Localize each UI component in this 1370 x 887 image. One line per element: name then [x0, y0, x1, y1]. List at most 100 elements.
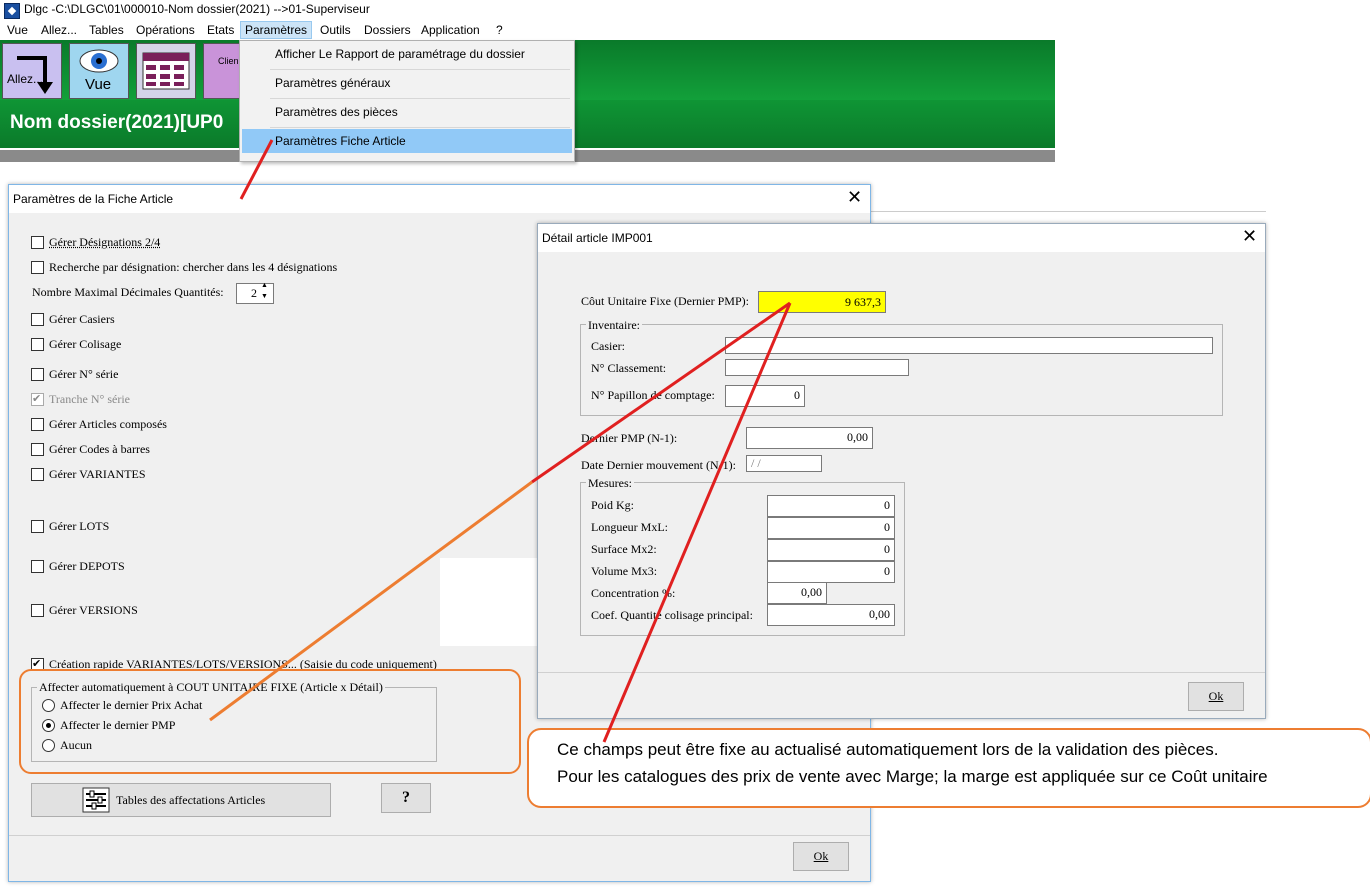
date-mouvement-label: Date Dernier mouvement (N-1): [581, 458, 736, 472]
tables-affectations-button[interactable]: Tables des affectations Articles [31, 783, 331, 817]
dialog-header: Détail article IMP001 ✕ [538, 224, 1265, 252]
note-line-2: Pour les catalogues des prix de vente av… [557, 767, 1268, 786]
checkbox-gerer-articles-composes[interactable] [31, 418, 44, 431]
menu-operations[interactable]: Opérations [136, 23, 195, 37]
decimals-spinner[interactable]: 2 ▲ ▼ [236, 281, 274, 304]
menu-item-label: Afficher Le Rapport de paramétrage du do… [275, 47, 525, 61]
menu-item-label: Paramètres généraux [275, 76, 391, 90]
menu-bar: Vue Allez... Tables Opérations Etats Par… [0, 20, 1370, 40]
annotation-note: Ce champs peut être fixe au actualisé au… [527, 728, 1370, 808]
menu-item-label: Paramètres des pièces [275, 105, 398, 119]
menu-dossiers[interactable]: Dossiers [364, 23, 411, 37]
parametres-dropdown: Afficher Le Rapport de paramétrage du do… [239, 40, 575, 162]
checkbox-label: Gérer Articles composés [49, 417, 167, 431]
checkbox-recherche-designation[interactable] [31, 261, 44, 274]
menu-item-rapport[interactable]: Afficher Le Rapport de paramétrage du do… [242, 41, 572, 68]
spinner-down-icon[interactable]: ▼ [261, 292, 268, 300]
close-icon[interactable]: ✕ [1242, 226, 1257, 247]
checkbox-gerer-lots[interactable] [31, 520, 44, 533]
volume-label: Volume Mx3: [591, 564, 658, 578]
vue-button[interactable]: Vue [69, 43, 129, 99]
white-panel [440, 558, 540, 646]
dialog-title: Détail article IMP001 [542, 231, 653, 245]
menu-outils[interactable]: Outils [320, 23, 351, 37]
checkbox-gerer-codes-barres[interactable] [31, 443, 44, 456]
checkbox-label: Gérer LOTS [49, 519, 110, 533]
checkbox-label: Gérer Colisage [49, 337, 122, 351]
casier-label: Casier: [591, 339, 625, 353]
menu-help[interactable]: ? [496, 23, 503, 37]
checkbox-label: Gérer DEPOTS [49, 559, 125, 573]
menu-item-fiche-article[interactable]: Paramètres Fiche Article [242, 129, 572, 153]
orange-highlight-box [19, 669, 521, 774]
coef-input[interactable]: 0,00 [767, 604, 895, 626]
allez-button[interactable]: Allez... [2, 43, 62, 99]
surface-input[interactable]: 0 [767, 539, 895, 561]
checkbox-gerer-versions[interactable] [31, 604, 44, 617]
surface-label: Surface Mx2: [591, 542, 657, 556]
checkbox-gerer-designations[interactable] [31, 236, 44, 249]
decimals-label: Nombre Maximal Décimales Quantités: [32, 285, 224, 299]
checkbox-label: Recherche par désignation: chercher dans… [49, 260, 338, 274]
checkbox-gerer-variantes[interactable] [31, 468, 44, 481]
longueur-label: Longueur MxL: [591, 520, 668, 534]
arrow-down-right-icon [17, 56, 53, 94]
checkbox-label: Gérer VARIANTES [49, 467, 146, 481]
spinner-up-icon[interactable]: ▲ [261, 281, 268, 289]
clients-button[interactable]: Clien [203, 43, 241, 99]
menu-etats[interactable]: Etats [207, 23, 234, 37]
menu-parametres[interactable]: Paramètres [240, 21, 313, 39]
footer-divider [538, 672, 1265, 673]
tables-affectations-label: Tables des affectations Articles [116, 793, 266, 807]
checkbox-label: Gérer VERSIONS [49, 603, 138, 617]
tables-button[interactable] [136, 43, 196, 99]
checkbox-label: Gérer Codes à barres [49, 442, 150, 456]
clients-label: Clien [218, 56, 239, 66]
close-icon[interactable]: ✕ [847, 187, 862, 208]
vue-label: Vue [85, 76, 112, 93]
concentration-label: Concentration %: [591, 586, 676, 600]
menu-item-parametres-generaux[interactable]: Paramètres généraux [242, 70, 572, 97]
checkbox-gerer-casiers[interactable] [31, 313, 44, 326]
checkbox-label: Gérer Désignations 2/4 [49, 235, 161, 249]
window-titlebar: Dlgc -C:\DLGC\01\000010-Nom dossier(2021… [0, 0, 1370, 20]
sliders-icon [82, 787, 110, 813]
checkbox-gerer-depots[interactable] [31, 560, 44, 573]
concentration-input[interactable]: 0,00 [767, 582, 827, 604]
checkbox-gerer-colisage[interactable] [31, 338, 44, 351]
cout-unitaire-label: Côut Unitaire Fixe (Dernier PMP): [581, 294, 749, 308]
cout-unitaire-input[interactable]: 9 637,3 [758, 291, 886, 313]
ok-button[interactable]: Ok [1188, 682, 1244, 711]
table-grid-icon [142, 52, 190, 90]
classement-label: N° Classement: [591, 361, 667, 375]
menu-tables[interactable]: Tables [89, 23, 124, 37]
eye-icon [79, 49, 119, 73]
poid-input[interactable]: 0 [767, 495, 895, 517]
dernier-pmp-label: Dernier PMP (N-1): [581, 431, 678, 445]
longueur-input[interactable]: 0 [767, 517, 895, 539]
app-icon [4, 3, 20, 19]
date-mouvement-input[interactable]: / / [746, 455, 822, 472]
menu-vue[interactable]: Vue [7, 23, 28, 37]
dossier-title: Nom dossier(2021)[UP0 [10, 112, 224, 133]
menu-application[interactable]: Application [421, 23, 480, 37]
checkbox-tranche-n-serie [31, 392, 44, 406]
classement-input[interactable] [725, 359, 909, 376]
menu-allez[interactable]: Allez... [41, 23, 77, 37]
volume-input[interactable]: 0 [767, 561, 895, 583]
coef-label: Coef. Quantité colisage principal: [591, 608, 753, 622]
papillon-input[interactable]: 0 [725, 385, 805, 407]
menu-item-parametres-pieces[interactable]: Paramètres des pièces [242, 99, 572, 126]
casier-input[interactable] [725, 337, 1213, 354]
dialog-header: Paramètres de la Fiche Article ✕ [9, 185, 870, 213]
checkbox-label: Gérer N° série [49, 367, 119, 381]
detail-article-dialog: Détail article IMP001 ✕ Côut Unitaire Fi… [537, 223, 1266, 719]
note-line-1: Ce champs peut être fixe au actualisé au… [557, 740, 1219, 759]
papillon-label: N° Papillon de comptage: [591, 388, 715, 402]
window-title: Dlgc -C:\DLGC\01\000010-Nom dossier(2021… [24, 2, 370, 16]
ok-button[interactable]: Ok [793, 842, 849, 871]
help-button[interactable]: ? [381, 783, 431, 813]
decimals-value: 2 [251, 286, 257, 300]
dernier-pmp-input[interactable]: 0,00 [746, 427, 873, 449]
checkbox-gerer-n-serie[interactable] [31, 368, 44, 381]
